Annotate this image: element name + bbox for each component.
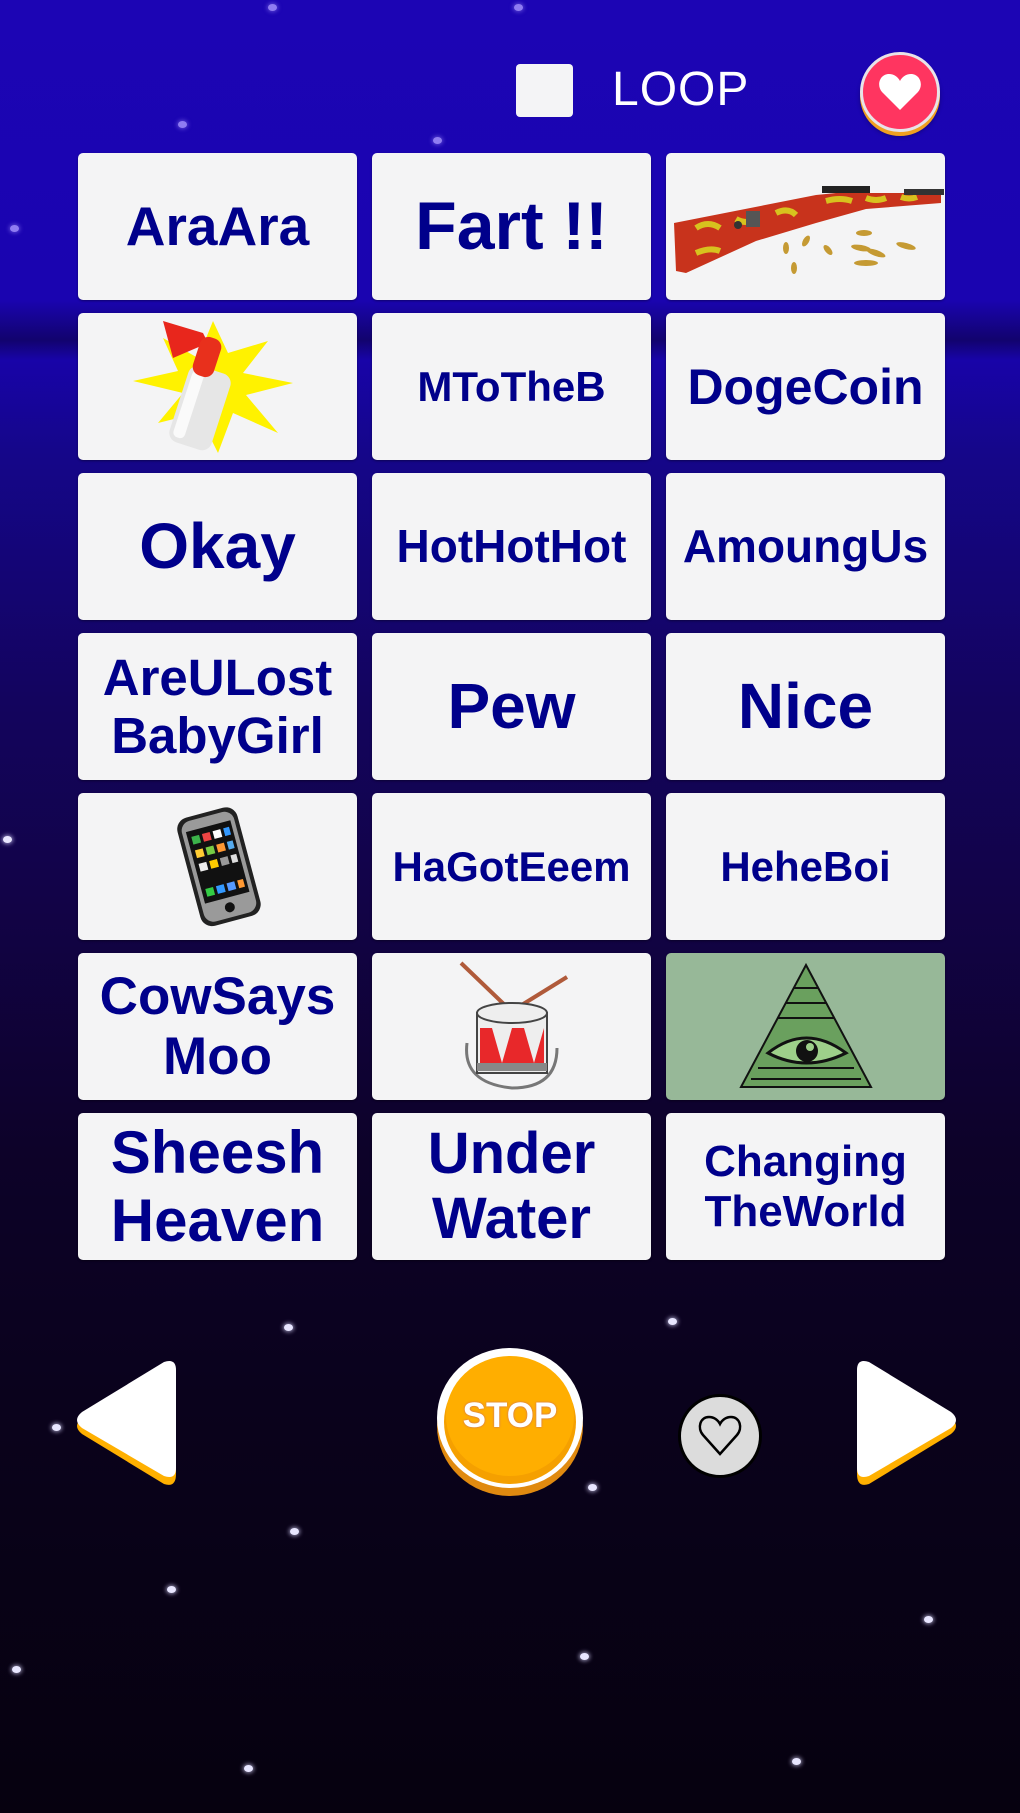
air-horn-icon — [133, 321, 293, 453]
previous-page-button[interactable] — [68, 1358, 188, 1486]
tile-label: Fart !! — [415, 188, 608, 265]
sound-tile-dogecoin[interactable]: DogeCoin — [666, 313, 945, 460]
favorites-button[interactable] — [860, 52, 940, 132]
sound-tile-heheboi[interactable]: HeheBoi — [666, 793, 945, 940]
star — [268, 4, 277, 11]
sound-tile-fart[interactable]: Fart !! — [372, 153, 651, 300]
star — [514, 4, 523, 11]
tile-label: Okay — [139, 509, 296, 582]
tile-label: HeheBoi — [720, 842, 891, 890]
sound-tile-amoungus[interactable]: AmoungUs — [666, 473, 945, 620]
sound-tile-okay[interactable]: Okay — [78, 473, 357, 620]
sound-tile-hagoteeem[interactable]: HaGotEeem — [372, 793, 651, 940]
tile-label: Under Water — [427, 1120, 596, 1251]
smartphone-icon — [177, 807, 261, 927]
tile-label: Nice — [737, 669, 874, 742]
star — [10, 225, 19, 232]
star — [924, 1616, 933, 1623]
tile-label: Changing TheWorld — [704, 1137, 907, 1236]
add-favorite-button[interactable] — [678, 1394, 762, 1478]
previous-page-arrow-icon — [77, 1361, 176, 1485]
tile-label: AmoungUs — [682, 519, 929, 572]
next-page-button[interactable] — [845, 1358, 965, 1486]
star — [3, 836, 12, 843]
star — [52, 1424, 61, 1431]
sound-tile-mtotheb[interactable]: MToTheB — [372, 313, 651, 460]
star — [290, 1528, 299, 1535]
star — [588, 1484, 597, 1491]
tile-label: MToTheB — [417, 362, 606, 410]
tile-label: DogeCoin — [687, 358, 924, 415]
sound-tile-cowsaysmoo[interactable]: CowSays Moo — [78, 953, 357, 1100]
sound-tile-drum[interactable] — [372, 953, 651, 1100]
drum-icon — [459, 961, 569, 1090]
star — [167, 1586, 176, 1593]
sound-tile-areulost-babygirl[interactable]: AreULost BabyGirl — [78, 633, 357, 780]
sound-tile-pew[interactable]: Pew — [372, 633, 651, 780]
sound-tile-air-horn[interactable] — [78, 313, 357, 460]
sound-tile-nice[interactable]: Nice — [666, 633, 945, 780]
star — [433, 137, 442, 144]
tile-label: CowSays Moo — [99, 967, 336, 1086]
star — [178, 121, 187, 128]
star — [580, 1653, 589, 1660]
sound-tile-phone[interactable] — [78, 793, 357, 940]
loop-label: LOOP — [612, 63, 750, 116]
star — [792, 1758, 801, 1765]
tile-label: Pew — [447, 669, 576, 742]
star — [12, 1666, 21, 1673]
tile-label: AreULost BabyGirl — [102, 649, 333, 764]
star — [284, 1324, 293, 1331]
sound-tile-changing-theworld[interactable]: Changing TheWorld — [666, 1113, 945, 1260]
star — [668, 1318, 677, 1325]
tile-label: HotHotHot — [396, 519, 627, 572]
heart-outline-icon — [698, 1415, 742, 1456]
sound-tile-sheesh-heaven[interactable]: Sheesh Heaven — [78, 1113, 357, 1260]
next-page-arrow-icon — [857, 1361, 956, 1485]
illuminati-eye-icon — [739, 962, 873, 1088]
tile-label: AraAra — [125, 194, 310, 257]
sound-tile-under-water[interactable]: Under Water — [372, 1113, 651, 1260]
stop-button[interactable]: STOP — [435, 1346, 585, 1498]
sound-tile-araara[interactable]: AraAra — [78, 153, 357, 300]
tile-label: Sheesh Heaven — [110, 1119, 325, 1254]
rifle-icon — [674, 186, 944, 274]
tile-label: HaGotEeem — [392, 842, 631, 890]
sound-tile-rifle[interactable] — [666, 153, 945, 300]
stop-label: STOP — [462, 1396, 558, 1435]
sound-grid: AraAra Fart !! MToTheB DogeCoin Okay Hot… — [78, 153, 946, 1260]
star — [244, 1765, 253, 1772]
heart-icon — [879, 74, 921, 110]
sound-tile-hothothot[interactable]: HotHotHot — [372, 473, 651, 620]
loop-checkbox[interactable] — [516, 64, 573, 117]
sound-tile-illuminati[interactable] — [666, 953, 945, 1100]
